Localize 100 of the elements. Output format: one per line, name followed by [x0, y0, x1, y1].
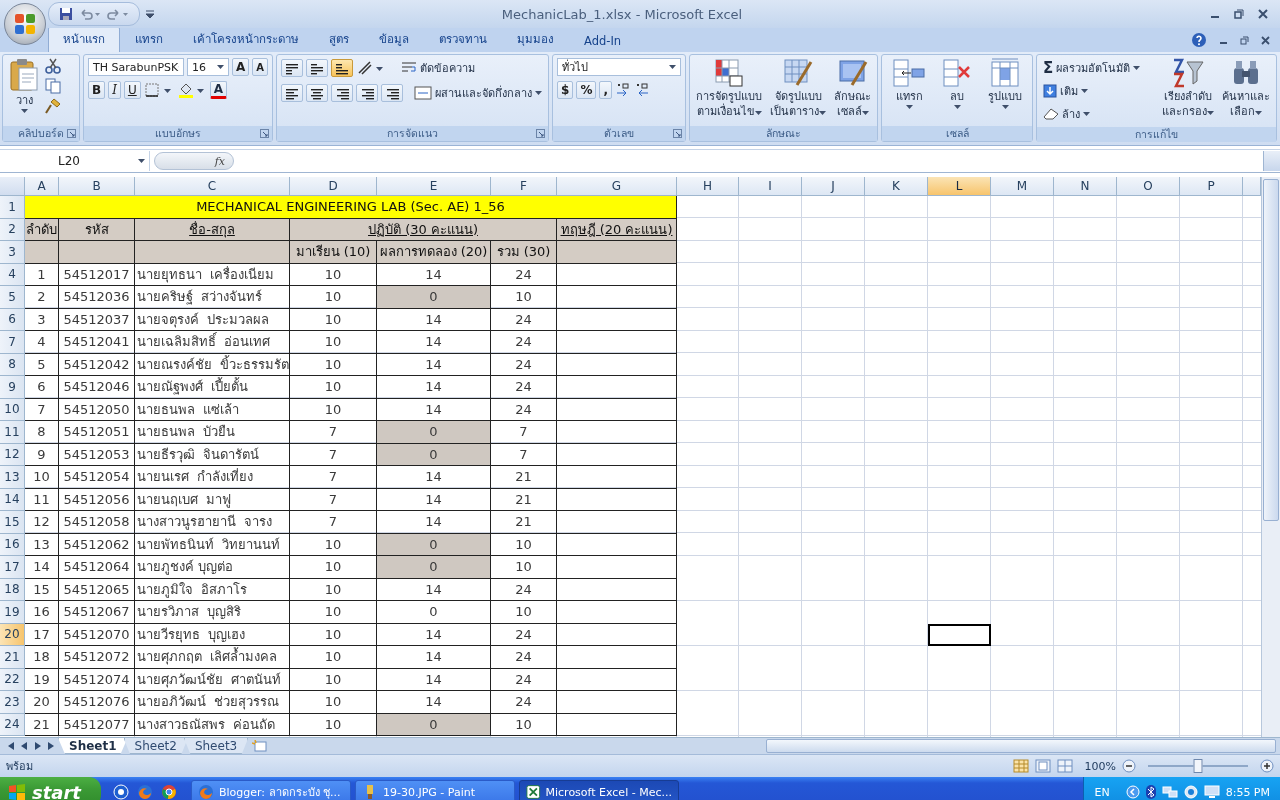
number-format-field[interactable]: ทั่วไป — [557, 58, 682, 76]
insert-function-button[interactable]: fx — [154, 152, 234, 170]
zoom-in-icon[interactable] — [1260, 759, 1274, 773]
sheet-tab[interactable]: Sheet1 — [58, 738, 128, 754]
dialog-launcher-icon[interactable] — [67, 129, 76, 138]
taskbar-button[interactable]: Blogger: ลาดกระบัง ชุ... — [190, 780, 351, 800]
zoom-slider-thumb[interactable] — [1193, 759, 1203, 773]
column-header[interactable]: B — [59, 177, 135, 196]
sheet-nav-icon[interactable] — [48, 742, 56, 750]
merge-center-button[interactable]: ผสานและจัดกึ่งกลาง — [412, 83, 545, 103]
ribbon-tab[interactable]: เค้าโครงหน้ากระดาษ — [178, 26, 314, 52]
format-painter-icon[interactable] — [45, 98, 61, 114]
browser-icon[interactable] — [160, 784, 177, 800]
restore-icon[interactable] — [1240, 35, 1249, 45]
horizontal-align-button[interactable] — [331, 84, 354, 102]
column-header[interactable]: K — [865, 177, 928, 196]
column-header[interactable]: F — [491, 177, 557, 196]
column-header[interactable]: L — [928, 177, 991, 196]
network-icon[interactable] — [1161, 785, 1178, 799]
column-header[interactable]: E — [377, 177, 491, 196]
tray-app-icon[interactable] — [1183, 785, 1198, 799]
clear-button[interactable]: ล้าง — [1041, 104, 1143, 124]
selected-cell[interactable] — [928, 623, 991, 646]
row-header[interactable]: 18 — [0, 578, 25, 601]
row-header[interactable]: 23 — [0, 691, 25, 714]
style-button[interactable]: ลักษณะ เซลล์ — [832, 58, 874, 118]
bold-button[interactable]: B — [88, 81, 106, 99]
grow-font-button[interactable]: A — [232, 58, 250, 76]
monitor-icon[interactable] — [1203, 785, 1220, 799]
ribbon-tab[interactable]: มุมมอง — [502, 26, 569, 52]
row-header[interactable]: 17 — [0, 556, 25, 579]
row-header[interactable]: 21 — [0, 646, 25, 669]
dialog-launcher-icon[interactable] — [260, 129, 270, 138]
taskbar-button[interactable]: Microsoft Excel - Mec... — [518, 780, 679, 800]
column-header[interactable]: D — [290, 177, 377, 196]
row-header[interactable]: 14 — [0, 488, 25, 511]
taskbar-button[interactable]: 19-30.JPG - Paint — [354, 780, 515, 800]
row-header[interactable]: 5 — [0, 286, 25, 309]
find-select-button[interactable]: ค้นหาและ เลือก — [1220, 58, 1273, 118]
font-size-field[interactable]: 16 — [187, 58, 229, 76]
number-format-button[interactable]: % — [576, 81, 597, 99]
name-box[interactable]: L20 — [0, 151, 150, 171]
office-button[interactable] — [4, 3, 46, 45]
vertical-align-button[interactable] — [331, 59, 354, 77]
decimal-icon[interactable] — [615, 82, 631, 98]
row-header[interactable]: 24 — [0, 713, 25, 736]
copy-icon[interactable] — [45, 78, 61, 94]
style-button[interactable]: จัดรูปแบบ เป็นตาราง — [768, 58, 829, 118]
row-header[interactable]: 22 — [0, 668, 25, 691]
ribbon-tab[interactable]: ข้อมูล — [364, 26, 424, 52]
style-button[interactable]: การจัดรูปแบบ ตามเงื่อนไข — [694, 58, 765, 118]
row-header[interactable]: 19 — [0, 601, 25, 624]
font-name-field[interactable]: TH SarabunPSK — [88, 58, 184, 76]
fill-color-icon[interactable] — [176, 81, 207, 99]
row-header[interactable]: 7 — [0, 331, 25, 354]
ribbon-tab[interactable]: Add-In — [569, 30, 637, 52]
bluetooth-icon[interactable] — [1145, 785, 1156, 799]
customize-toolbar-icon[interactable] — [146, 10, 154, 18]
row-header[interactable]: 15 — [0, 511, 25, 534]
browser-icon[interactable] — [112, 784, 129, 800]
row-header[interactable]: 2 — [0, 218, 25, 241]
fill-button[interactable]: เติม — [1041, 81, 1143, 101]
column-header[interactable]: H — [677, 177, 739, 196]
underline-button[interactable]: U — [123, 81, 141, 99]
scissors-icon[interactable] — [45, 58, 61, 74]
column-header[interactable]: O — [1117, 177, 1180, 196]
cells-button[interactable]: แทรก — [886, 58, 933, 109]
shrink-font-button[interactable]: A — [252, 58, 269, 76]
undo-icon[interactable] — [79, 7, 101, 21]
decrease-indent-button[interactable] — [356, 84, 379, 102]
column-header[interactable]: M — [991, 177, 1054, 196]
ribbon-tab[interactable]: หน้าแรก — [48, 26, 120, 52]
close-icon[interactable] — [1258, 9, 1268, 19]
help-icon[interactable] — [1191, 32, 1207, 48]
restore-icon[interactable] — [1234, 9, 1244, 19]
italic-button[interactable]: I — [108, 81, 121, 99]
cells-button[interactable]: รูปแบบ — [982, 58, 1029, 109]
sort-filter-button[interactable]: เรียงลำดับ และกรอง — [1160, 58, 1217, 118]
ribbon-tab[interactable]: ตรวจทาน — [424, 26, 502, 52]
ribbon-tab[interactable]: แทรก — [120, 26, 178, 52]
column-header[interactable]: A — [25, 177, 59, 196]
ribbon-tab[interactable]: สูตร — [314, 26, 364, 52]
sheet-nav-icon[interactable] — [6, 742, 14, 750]
row-header[interactable]: 6 — [0, 308, 25, 331]
row-header[interactable]: 11 — [0, 421, 25, 444]
font-color-button[interactable]: A — [209, 81, 227, 99]
row-header[interactable]: 20 — [0, 623, 25, 646]
close-icon[interactable] — [1261, 35, 1270, 45]
row-header[interactable]: 12 — [0, 443, 25, 466]
column-header[interactable]: P — [1180, 177, 1243, 196]
autosum-button[interactable]: Σ ผลรวมอัตโนมัติ — [1041, 58, 1143, 78]
decimal-icon[interactable] — [634, 82, 650, 98]
row-header[interactable]: 1 — [0, 196, 25, 219]
row-header[interactable]: 3 — [0, 241, 25, 264]
increase-indent-button[interactable] — [381, 84, 404, 102]
save-icon[interactable] — [59, 7, 73, 21]
redo-icon[interactable] — [107, 7, 129, 21]
sheet-tab[interactable]: Sheet3 — [183, 738, 249, 754]
column-header[interactable]: J — [802, 177, 865, 196]
column-header[interactable]: N — [1054, 177, 1117, 196]
